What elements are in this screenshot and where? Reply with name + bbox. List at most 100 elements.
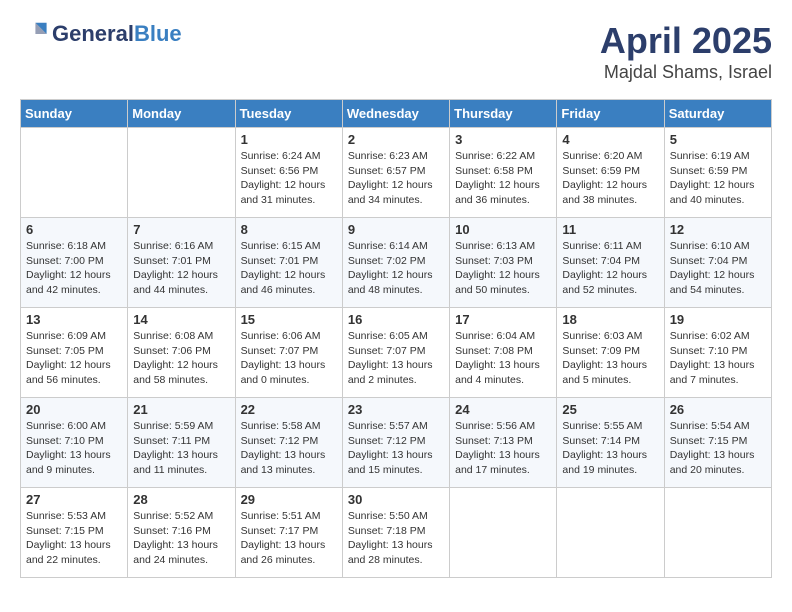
header-cell-thursday: Thursday [450,100,557,128]
calendar-cell: 11Sunrise: 6:11 AM Sunset: 7:04 PM Dayli… [557,218,664,308]
day-info: Sunrise: 6:24 AM Sunset: 6:56 PM Dayligh… [241,149,337,208]
day-info: Sunrise: 5:50 AM Sunset: 7:18 PM Dayligh… [348,509,444,568]
day-number: 28 [133,492,229,507]
calendar-cell: 3Sunrise: 6:22 AM Sunset: 6:58 PM Daylig… [450,128,557,218]
calendar-cell [450,488,557,578]
day-info: Sunrise: 6:06 AM Sunset: 7:07 PM Dayligh… [241,329,337,388]
header-cell-wednesday: Wednesday [342,100,449,128]
day-number: 6 [26,222,122,237]
day-info: Sunrise: 6:15 AM Sunset: 7:01 PM Dayligh… [241,239,337,298]
day-info: Sunrise: 6:00 AM Sunset: 7:10 PM Dayligh… [26,419,122,478]
calendar-cell: 24Sunrise: 5:56 AM Sunset: 7:13 PM Dayli… [450,398,557,488]
calendar-cell: 8 Sunrise: 6:15 AM Sunset: 7:01 PM Daylig… [235,218,342,308]
day-info: Sunrise: 6:18 AM Sunset: 7:00 PM Dayligh… [26,239,122,298]
day-number: 25 [562,402,658,417]
day-info: Sunrise: 6:20 AM Sunset: 6:59 PM Dayligh… [562,149,658,208]
day-number: 20 [26,402,122,417]
calendar-cell: 25 Sunrise: 5:55 AM Sunset: 7:14 PM Dayli… [557,398,664,488]
calendar-cell: 4 Sunrise: 6:20 AM Sunset: 6:59 PM Daylig… [557,128,664,218]
day-number: 22 [241,402,337,417]
day-number: 16 [348,312,444,327]
day-number: 30 [348,492,444,507]
calendar-cell: 1 Sunrise: 6:24 AM Sunset: 6:56 PM Daylig… [235,128,342,218]
title-area: April 2025 Majdal Shams, Israel [600,20,772,83]
calendar-cell: 12 Sunrise: 6:10 AM Sunset: 7:04 PM Dayli… [664,218,771,308]
day-number: 23 [348,402,444,417]
calendar-cell: 28 Sunrise: 5:52 AM Sunset: 7:16 PM Dayli… [128,488,235,578]
calendar-cell: 6 Sunrise: 6:18 AM Sunset: 7:00 PM Daylig… [21,218,128,308]
day-number: 26 [670,402,766,417]
day-info: Sunrise: 6:11 AM Sunset: 7:04 PM Dayligh… [562,239,658,298]
calendar-cell: 13 Sunrise: 6:09 AM Sunset: 7:05 PM Dayli… [21,308,128,398]
day-number: 19 [670,312,766,327]
month-title: April 2025 [600,20,772,62]
day-number: 10 [455,222,551,237]
day-info: Sunrise: 5:57 AM Sunset: 7:12 PM Dayligh… [348,419,444,478]
calendar-cell: 14Sunrise: 6:08 AM Sunset: 7:06 PM Dayli… [128,308,235,398]
day-number: 12 [670,222,766,237]
header: GeneralBlue April 2025 Majdal Shams, Isr… [20,20,772,83]
calendar-cell: 22 Sunrise: 5:58 AM Sunset: 7:12 PM Dayli… [235,398,342,488]
day-number: 9 [348,222,444,237]
day-info: Sunrise: 6:13 AM Sunset: 7:03 PM Dayligh… [455,239,551,298]
calendar-cell: 29 Sunrise: 5:51 AM Sunset: 7:17 PM Dayli… [235,488,342,578]
day-number: 17 [455,312,551,327]
logo-blue: Blue [134,21,182,46]
day-number: 29 [241,492,337,507]
day-info: Sunrise: 6:10 AM Sunset: 7:04 PM Dayligh… [670,239,766,298]
calendar-cell [664,488,771,578]
day-info: Sunrise: 5:52 AM Sunset: 7:16 PM Dayligh… [133,509,229,568]
calendar-week-3: 13 Sunrise: 6:09 AM Sunset: 7:05 PM Dayli… [21,308,772,398]
day-info: Sunrise: 5:56 AM Sunset: 7:13 PM Dayligh… [455,419,551,478]
header-cell-monday: Monday [128,100,235,128]
day-info: Sunrise: 6:19 AM Sunset: 6:59 PM Dayligh… [670,149,766,208]
calendar-header-row: SundayMondayTuesdayWednesdayThursdayFrid… [21,100,772,128]
calendar-cell: 19 Sunrise: 6:02 AM Sunset: 7:10 PM Dayli… [664,308,771,398]
day-info: Sunrise: 5:53 AM Sunset: 7:15 PM Dayligh… [26,509,122,568]
day-number: 13 [26,312,122,327]
day-number: 27 [26,492,122,507]
calendar-cell: 20 Sunrise: 6:00 AM Sunset: 7:10 PM Dayli… [21,398,128,488]
day-info: Sunrise: 6:02 AM Sunset: 7:10 PM Dayligh… [670,329,766,388]
calendar-cell: 9Sunrise: 6:14 AM Sunset: 7:02 PM Daylig… [342,218,449,308]
logo-general: General [52,21,134,46]
day-number: 14 [133,312,229,327]
day-number: 18 [562,312,658,327]
day-info: Sunrise: 5:55 AM Sunset: 7:14 PM Dayligh… [562,419,658,478]
calendar-cell [128,128,235,218]
day-info: Sunrise: 6:05 AM Sunset: 7:07 PM Dayligh… [348,329,444,388]
calendar-cell: 2Sunrise: 6:23 AM Sunset: 6:57 PM Daylig… [342,128,449,218]
calendar-cell: 23 Sunrise: 5:57 AM Sunset: 7:12 PM Dayli… [342,398,449,488]
calendar-cell: 16 Sunrise: 6:05 AM Sunset: 7:07 PM Dayli… [342,308,449,398]
header-cell-sunday: Sunday [21,100,128,128]
calendar-cell: 7Sunrise: 6:16 AM Sunset: 7:01 PM Daylig… [128,218,235,308]
header-cell-tuesday: Tuesday [235,100,342,128]
day-info: Sunrise: 6:16 AM Sunset: 7:01 PM Dayligh… [133,239,229,298]
day-number: 1 [241,132,337,147]
day-info: Sunrise: 5:58 AM Sunset: 7:12 PM Dayligh… [241,419,337,478]
logo: GeneralBlue [20,20,182,48]
day-number: 21 [133,402,229,417]
location-title: Majdal Shams, Israel [600,62,772,83]
logo-icon [20,20,48,48]
day-info: Sunrise: 5:51 AM Sunset: 7:17 PM Dayligh… [241,509,337,568]
day-info: Sunrise: 6:23 AM Sunset: 6:57 PM Dayligh… [348,149,444,208]
calendar-cell: 21 Sunrise: 5:59 AM Sunset: 7:11 PM Dayli… [128,398,235,488]
calendar-cell: 10 Sunrise: 6:13 AM Sunset: 7:03 PM Dayli… [450,218,557,308]
calendar-week-1: 1 Sunrise: 6:24 AM Sunset: 6:56 PM Daylig… [21,128,772,218]
calendar-cell: 17Sunrise: 6:04 AM Sunset: 7:08 PM Dayli… [450,308,557,398]
calendar-week-2: 6 Sunrise: 6:18 AM Sunset: 7:00 PM Daylig… [21,218,772,308]
day-info: Sunrise: 6:09 AM Sunset: 7:05 PM Dayligh… [26,329,122,388]
header-cell-friday: Friday [557,100,664,128]
calendar-cell: 26 Sunrise: 5:54 AM Sunset: 7:15 PM Dayli… [664,398,771,488]
day-info: Sunrise: 5:54 AM Sunset: 7:15 PM Dayligh… [670,419,766,478]
calendar-cell [21,128,128,218]
calendar-week-5: 27 Sunrise: 5:53 AM Sunset: 7:15 PM Dayli… [21,488,772,578]
day-number: 8 [241,222,337,237]
day-info: Sunrise: 5:59 AM Sunset: 7:11 PM Dayligh… [133,419,229,478]
day-number: 15 [241,312,337,327]
day-number: 4 [562,132,658,147]
day-number: 3 [455,132,551,147]
calendar-cell: 27 Sunrise: 5:53 AM Sunset: 7:15 PM Dayli… [21,488,128,578]
header-cell-saturday: Saturday [664,100,771,128]
